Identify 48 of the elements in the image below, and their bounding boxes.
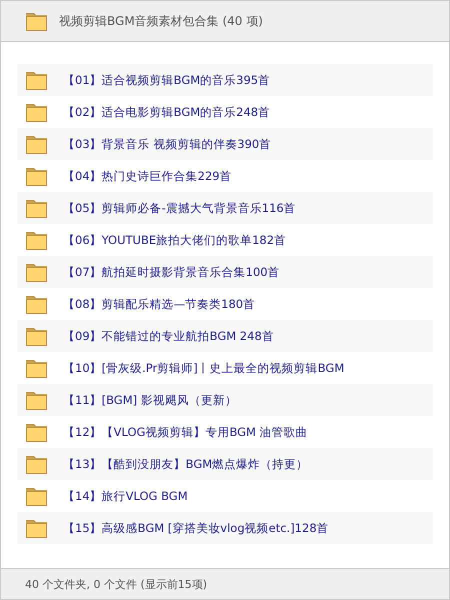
folder-name: 【01】适合视频剪辑BGM的音乐395首: [63, 72, 270, 88]
folder-icon: [25, 357, 49, 379]
folder-name: 【05】剪辑师必备-震撼大气背景音乐116首: [63, 200, 296, 216]
folder-icon: [25, 261, 49, 283]
folder-icon: [25, 229, 49, 251]
folder-icon: [25, 10, 49, 32]
folder-icon: [25, 133, 49, 155]
folder-item[interactable]: 【02】适合电影剪辑BGM的音乐248首: [17, 96, 433, 128]
folder-icon: [25, 101, 49, 123]
folder-item[interactable]: 【05】剪辑师必备-震撼大气背景音乐116首: [17, 192, 433, 224]
folder-name: 【03】背景音乐 视频剪辑的伴奏390首: [63, 136, 272, 152]
folder-icon: [25, 389, 49, 411]
folder-item[interactable]: 【09】不能错过的专业航拍BGM 248首: [17, 320, 433, 352]
folder-name: 【11】[BGM] 影视飓风（更新）: [63, 392, 237, 408]
folder-icon: [25, 517, 49, 539]
folder-item[interactable]: 【15】高级感BGM [穿搭美妆vlog视频etc.]128首: [17, 512, 433, 544]
folder-icon: [25, 421, 49, 443]
folder-name: 【13】【酷到没朋友】BGM燃点爆炸（持更）: [63, 456, 308, 472]
folder-item[interactable]: 【04】热门史诗巨作合集229首: [17, 160, 433, 192]
status-text: 40 个文件夹, 0 个文件 (显示前15项): [25, 576, 208, 592]
folder-name: 【07】航拍延时摄影背景音乐合集100首: [63, 264, 280, 280]
folder-title: 视频剪辑BGM音频素材包合集 (40 项): [59, 12, 263, 30]
folder-icon: [25, 325, 49, 347]
folder-icon: [25, 485, 49, 507]
folder-name: 【09】不能错过的专业航拍BGM 248首: [63, 328, 274, 344]
folder-name: 【12】【VLOG视频剪辑】专用BGM 油管歌曲: [63, 424, 308, 440]
folder-name: 【04】热门史诗巨作合集229首: [63, 168, 232, 184]
folder-item[interactable]: 【07】航拍延时摄影背景音乐合集100首: [17, 256, 433, 288]
folder-item[interactable]: 【08】剪辑配乐精选—节奏类180首: [17, 288, 433, 320]
folder-item[interactable]: 【13】【酷到没朋友】BGM燃点爆炸（持更）: [17, 448, 433, 480]
folder-item[interactable]: 【11】[BGM] 影视飓风（更新）: [17, 384, 433, 416]
folder-icon: [25, 293, 49, 315]
folder-icon: [25, 165, 49, 187]
folder-name: 【15】高级感BGM [穿搭美妆vlog视频etc.]128首: [63, 520, 329, 536]
folder-name: 【10】[骨灰级.Pr剪辑师]丨史上最全的视频剪辑BGM: [63, 360, 344, 376]
folder-item[interactable]: 【01】适合视频剪辑BGM的音乐395首: [17, 64, 433, 96]
folder-icon: [25, 69, 49, 91]
folder-item[interactable]: 【12】【VLOG视频剪辑】专用BGM 油管歌曲: [17, 416, 433, 448]
folder-name: 【14】旅行VLOG BGM: [63, 488, 188, 504]
folder-name: 【06】YOUTUBE旅拍大佬们的歌单182首: [63, 232, 286, 248]
folder-item[interactable]: 【10】[骨灰级.Pr剪辑师]丨史上最全的视频剪辑BGM: [17, 352, 433, 384]
folder-icon: [25, 453, 49, 475]
folder-icon: [25, 197, 49, 219]
folder-item[interactable]: 【06】YOUTUBE旅拍大佬们的歌单182首: [17, 224, 433, 256]
folder-name: 【02】适合电影剪辑BGM的音乐248首: [63, 104, 270, 120]
folder-item[interactable]: 【03】背景音乐 视频剪辑的伴奏390首: [17, 128, 433, 160]
folder-item[interactable]: 【14】旅行VLOG BGM: [17, 480, 433, 512]
folder-name: 【08】剪辑配乐精选—节奏类180首: [63, 296, 256, 312]
